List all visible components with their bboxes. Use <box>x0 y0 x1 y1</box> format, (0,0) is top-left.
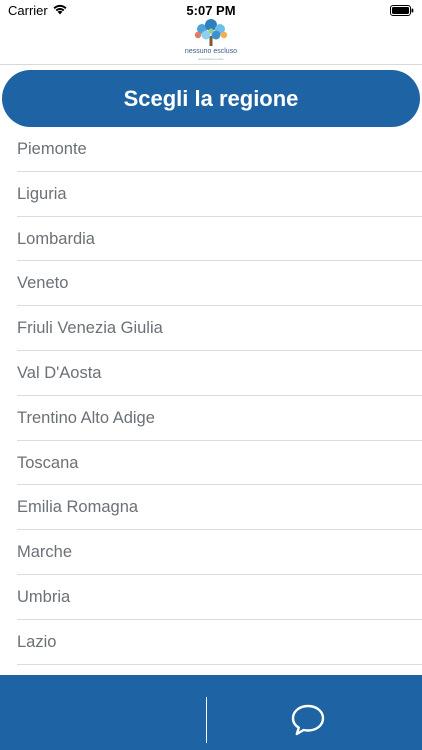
screen: Carrier 5:07 PM nessuno escluso associaz… <box>0 0 422 750</box>
region-item-friuli-venezia-giulia[interactable]: Friuli Venezia Giulia <box>0 306 422 351</box>
region-list: Piemonte Liguria Lombardia Veneto Friuli… <box>0 127 422 665</box>
bottom-bar <box>0 675 422 750</box>
app-logo: nessuno escluso associazione onlus <box>176 18 246 62</box>
region-item-umbria[interactable]: Umbria <box>0 575 422 620</box>
tree-logo-icon <box>194 19 228 46</box>
region-item-marche[interactable]: Marche <box>0 530 422 575</box>
region-item-piemonte[interactable]: Piemonte <box>0 127 422 172</box>
region-item-lombardia[interactable]: Lombardia <box>0 217 422 262</box>
logo-wordmark: nessuno escluso <box>184 48 238 55</box>
chat-bubble-icon[interactable] <box>290 703 326 737</box>
region-item-trentino-alto-adige[interactable]: Trentino Alto Adige <box>0 396 422 441</box>
clock: 5:07 PM <box>186 3 236 18</box>
region-item-liguria[interactable]: Liguria <box>0 172 422 217</box>
bottom-bar-divider <box>206 697 207 743</box>
region-item-veneto[interactable]: Veneto <box>0 261 422 306</box>
region-item-lazio[interactable]: Lazio <box>0 620 422 665</box>
battery-icon <box>390 5 414 16</box>
header: nessuno escluso associazione onlus <box>0 18 422 65</box>
logo-tagline: associazione onlus <box>198 57 224 61</box>
region-item-emilia-romagna[interactable]: Emilia Romagna <box>0 485 422 530</box>
region-title: Scegli la regione <box>2 70 420 127</box>
region-item-val-daosta[interactable]: Val D'Aosta <box>0 351 422 396</box>
region-item-toscana[interactable]: Toscana <box>0 441 422 486</box>
